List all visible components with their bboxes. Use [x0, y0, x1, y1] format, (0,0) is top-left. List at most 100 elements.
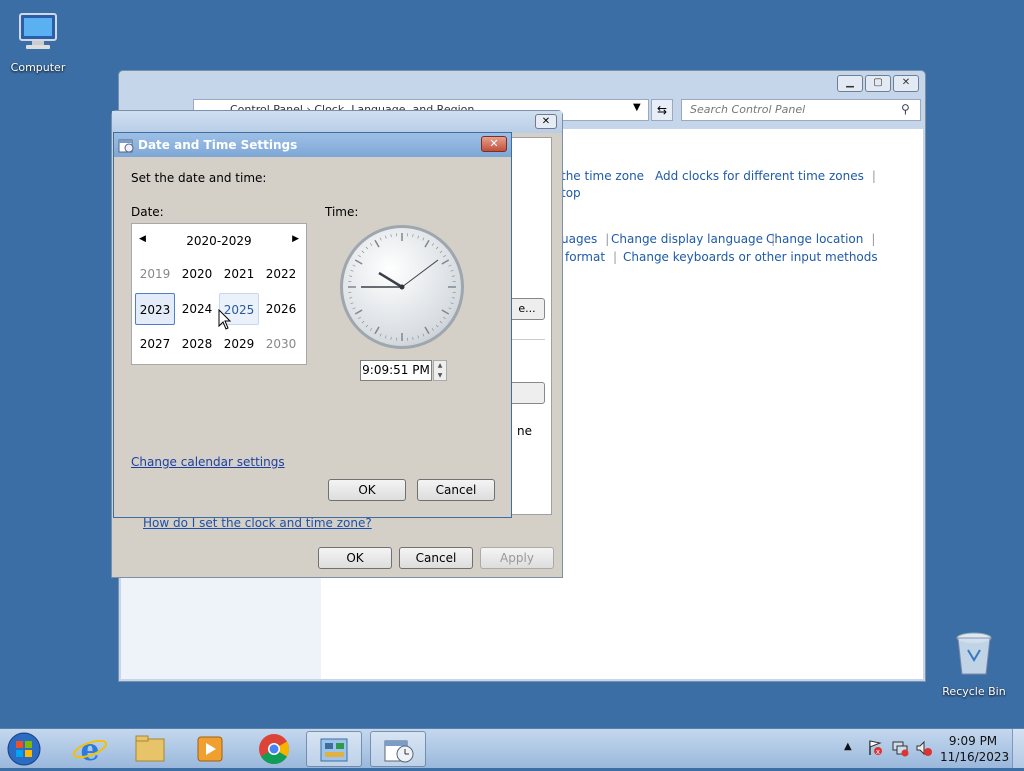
- link-display-language-text[interactable]: Change display language: [611, 232, 763, 246]
- help-link[interactable]: How do I set the clock and time zone?: [143, 516, 372, 530]
- taskbar: e: [0, 728, 1024, 768]
- taskbar-clock[interactable]: 9:09 PM 11/16/2023: [940, 733, 1006, 765]
- year-cell-2024[interactable]: 2024: [177, 293, 217, 325]
- network-icon[interactable]: [890, 739, 910, 760]
- clock-time: 9:09 PM: [940, 733, 1006, 749]
- recycle-bin-label: Recycle Bin: [934, 685, 1014, 698]
- year-cell-2027[interactable]: 2027: [135, 328, 175, 360]
- year-cell-2023[interactable]: 2023: [135, 293, 175, 325]
- search-icon[interactable]: ⚲: [901, 102, 910, 116]
- svg-text:e: e: [80, 733, 99, 767]
- maximize-button[interactable]: ▢: [865, 75, 891, 92]
- calendar-header[interactable]: 2020-2029: [132, 234, 306, 248]
- second-hand: [402, 260, 438, 287]
- media-player-icon: [182, 731, 238, 767]
- spin-down-icon[interactable]: ▼: [434, 371, 446, 381]
- window-controls: ▁ ▢ ✕: [837, 75, 919, 92]
- close-button[interactable]: ✕: [893, 75, 919, 92]
- calendar-clock-icon: [371, 732, 427, 768]
- desktop-icon-recycle-bin[interactable]: Recycle Bin: [934, 630, 1014, 698]
- ok-button[interactable]: OK: [318, 547, 392, 569]
- link-change-location[interactable]: Change location |: [766, 232, 875, 246]
- hour-hand: [379, 273, 402, 287]
- computer-icon: [16, 10, 60, 54]
- divider: [511, 339, 545, 340]
- date-time-settings-dialog: Date and Time Settings ✕ Set the date an…: [113, 132, 512, 518]
- link-desktop-fragment[interactable]: top: [561, 186, 581, 200]
- search-input[interactable]: Search Control Panel: [681, 99, 921, 121]
- date-time-dialog-close-button[interactable]: ✕: [535, 114, 557, 129]
- year-cell-2026[interactable]: 2026: [261, 293, 301, 325]
- link-languages-text[interactable]: uages: [561, 232, 597, 246]
- mouse-cursor-icon: [218, 309, 232, 331]
- calendar: ◀ 2020-2029 ▶ 20192020202120222023202420…: [131, 223, 307, 365]
- link-languages-fragment[interactable]: uages |: [561, 232, 609, 246]
- calendar-clock-icon: [118, 137, 134, 153]
- year-cell-2019[interactable]: 2019: [135, 258, 175, 290]
- folder-icon: [122, 731, 178, 767]
- separator: |: [605, 232, 609, 246]
- chrome-icon: [246, 731, 302, 767]
- show-desktop-button[interactable]: [1012, 729, 1024, 768]
- cancel-button[interactable]: Cancel: [399, 547, 473, 569]
- link-format-text[interactable]: format: [565, 250, 605, 264]
- time-spinner[interactable]: ▲ ▼: [433, 360, 447, 381]
- year-cell-2021[interactable]: 2021: [219, 258, 259, 290]
- desktop-icon-computer[interactable]: Computer: [0, 10, 78, 74]
- clock-face-icon: [343, 228, 461, 346]
- link-add-clocks-text[interactable]: Add clocks for different time zones: [655, 169, 864, 183]
- separator: |: [872, 169, 876, 183]
- year-cell-2029[interactable]: 2029: [219, 328, 259, 360]
- internet-explorer-icon: e: [62, 731, 118, 767]
- volume-muted-icon[interactable]: [914, 739, 934, 760]
- change-calendar-settings-link[interactable]: Change calendar settings: [131, 455, 285, 469]
- taskbar-internet-explorer[interactable]: e: [62, 731, 118, 767]
- prompt-text: Set the date and time:: [131, 171, 266, 185]
- dialog-title: Date and Time Settings: [114, 133, 511, 157]
- change-time-zone-button[interactable]: [509, 382, 545, 404]
- taskbar-file-explorer[interactable]: [122, 731, 178, 767]
- link-change-keyboards[interactable]: Change keyboards or other input methods: [623, 250, 878, 264]
- settings-ok-button[interactable]: OK: [328, 479, 406, 501]
- separator: |: [613, 250, 617, 264]
- year-cell-2030[interactable]: 2030: [261, 328, 301, 360]
- recycle-bin-icon: [952, 630, 996, 678]
- windows-orb-icon: [2, 731, 42, 767]
- year-cell-2022[interactable]: 2022: [261, 258, 301, 290]
- start-button[interactable]: [2, 731, 52, 767]
- minimize-button[interactable]: ▁: [837, 75, 863, 92]
- taskbar-chrome[interactable]: [246, 731, 302, 767]
- link-change-location-text[interactable]: Change location: [766, 232, 863, 246]
- show-hidden-icons-icon[interactable]: ▲: [844, 741, 852, 752]
- time-label: Time:: [325, 205, 358, 219]
- link-time-zone-text[interactable]: the time zone: [561, 169, 644, 183]
- year-cell-2020[interactable]: 2020: [177, 258, 217, 290]
- settings-cancel-button[interactable]: Cancel: [417, 479, 495, 501]
- time-input[interactable]: 9:09:51 PM: [360, 360, 432, 381]
- apply-button: Apply: [480, 547, 554, 569]
- spin-up-icon[interactable]: ▲: [434, 361, 446, 371]
- address-dropdown-icon[interactable]: ▼: [633, 102, 641, 113]
- change-date-time-button[interactable]: e...: [509, 298, 545, 320]
- action-center-flag-icon[interactable]: x: [866, 739, 884, 760]
- refresh-icon[interactable]: ⇆: [651, 99, 673, 121]
- svg-text:x: x: [876, 748, 880, 756]
- analog-clock: [340, 225, 464, 349]
- year-cell-2028[interactable]: 2028: [177, 328, 217, 360]
- link-change-display-language[interactable]: Change display language|: [611, 232, 775, 246]
- dialog-close-button[interactable]: ✕: [481, 136, 507, 152]
- control-panel-icon: [307, 732, 363, 768]
- link-time-zone[interactable]: the time zone: [561, 169, 644, 183]
- clock-date: 11/16/2023: [940, 749, 1006, 765]
- taskbar-date-time[interactable]: [370, 731, 426, 767]
- taskbar-control-panel[interactable]: [306, 731, 362, 767]
- link-format-fragment[interactable]: format |: [565, 250, 617, 264]
- date-label: Date:: [131, 205, 164, 219]
- text-fragment: ne: [517, 424, 532, 438]
- computer-label: Computer: [0, 61, 78, 74]
- link-add-clocks[interactable]: Add clocks for different time zones |: [655, 169, 876, 183]
- date-time-dialog-titlebar: [112, 111, 562, 133]
- next-decade-icon[interactable]: ▶: [292, 234, 299, 244]
- taskbar-media-player[interactable]: [182, 731, 238, 767]
- separator: |: [871, 232, 875, 246]
